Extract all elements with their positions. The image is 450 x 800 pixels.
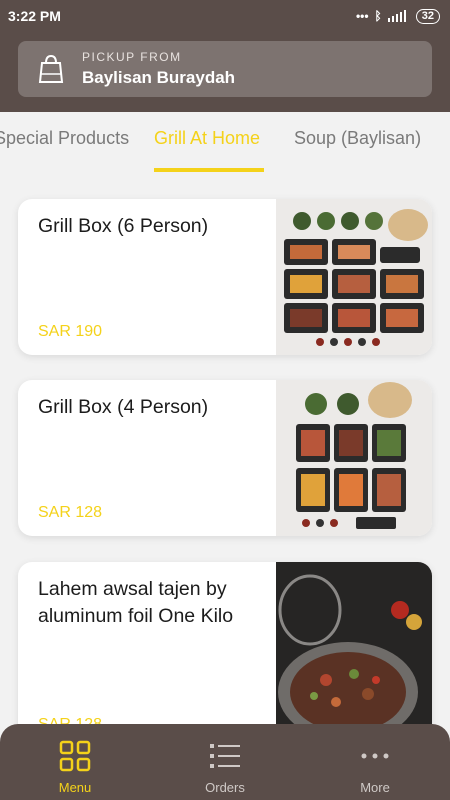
product-title: Grill Box (4 Person): [38, 396, 209, 418]
nav-more[interactable]: More: [300, 724, 450, 800]
product-title: Grill Box (6 Person): [38, 215, 209, 237]
product-price: SAR 128: [38, 504, 103, 521]
status-icons: ••• ᛒ 32: [355, 8, 440, 24]
more-dots-icon: [361, 753, 389, 759]
nav-orders[interactable]: Orders: [150, 724, 300, 800]
pickup-location-selector[interactable]: PICKUP FROM Baylisan Buraydah: [18, 41, 432, 97]
shopping-bag-icon: [34, 52, 68, 86]
battery-icon: 32: [415, 8, 440, 24]
status-bar: 3:22 PM ••• ᛒ 32: [0, 0, 450, 32]
product-card[interactable]: Grill Box (6 Person) SAR 190: [18, 199, 432, 355]
product-title: Lahem awsal tajen by aluminum foil One K…: [38, 578, 234, 627]
product-price: SAR 190: [38, 323, 103, 340]
grid-icon: [59, 740, 91, 772]
dots-icon: •••: [355, 9, 369, 23]
tab-special-products[interactable]: Special Products: [0, 128, 129, 149]
nav-orders-label: Orders: [205, 780, 245, 795]
pickup-location-name: Baylisan Buraydah: [82, 68, 236, 87]
product-card[interactable]: Grill Box (4 Person) SAR 128: [18, 380, 432, 536]
active-tab-indicator: [154, 168, 264, 172]
bottom-navigation: Menu Orders More: [0, 724, 450, 800]
nav-more-label: More: [360, 780, 390, 795]
signal-icon: [387, 10, 406, 22]
nav-menu[interactable]: Menu: [0, 724, 150, 800]
product-image: [276, 199, 432, 355]
pickup-label: PICKUP FROM: [82, 50, 182, 64]
tab-soup-baylisan[interactable]: Soup (Baylisan): [294, 128, 421, 149]
status-time: 3:22 PM: [8, 8, 61, 24]
nav-menu-label: Menu: [58, 780, 92, 795]
product-image: [276, 380, 432, 536]
category-tabs: Special Products Grill At Home Soup (Bay…: [0, 112, 450, 174]
list-icon: [210, 744, 240, 768]
app-header: 3:22 PM ••• ᛒ 32 PICKUP FROM Baylisan Bu…: [0, 0, 450, 112]
bluetooth-icon: ᛒ: [374, 9, 382, 23]
tab-grill-at-home[interactable]: Grill At Home: [154, 128, 260, 149]
